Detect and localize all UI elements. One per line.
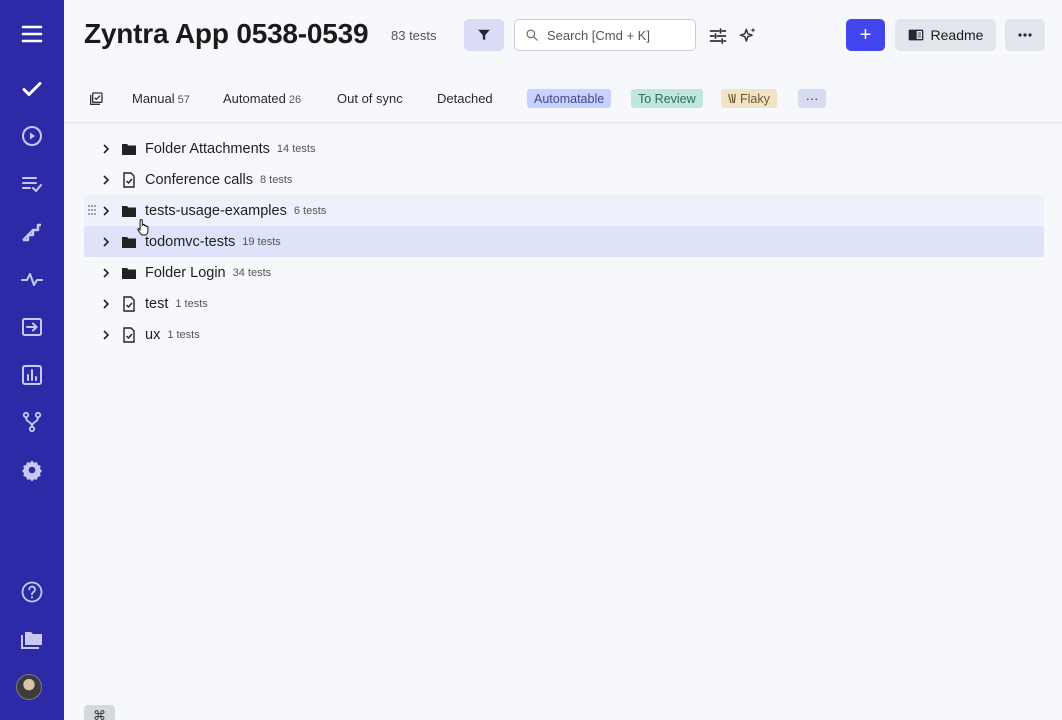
file-check-icon [123, 326, 135, 343]
chip-more-button[interactable]: ··· [798, 89, 826, 108]
analytics-icon[interactable] [12, 355, 52, 395]
help-icon[interactable] [12, 572, 52, 612]
tab-label: Detached [437, 91, 493, 106]
tree-row[interactable]: Conference calls 8 tests [84, 164, 1044, 195]
tree-row[interactable]: Folder Login 34 tests [84, 257, 1044, 288]
tab-out-of-sync[interactable]: Out of sync [337, 91, 403, 106]
tree-row-count: 1 tests [175, 297, 208, 310]
filter-tabs: Manual 57 Automated 26 Out of sync Detache… [64, 72, 1062, 123]
pulse-icon[interactable] [12, 259, 52, 299]
menu-icon[interactable] [12, 14, 52, 54]
flaky-icon [728, 93, 736, 104]
chevron-right-icon[interactable] [100, 174, 112, 186]
tree-row-count: 8 tests [260, 173, 293, 186]
chip-automatable[interactable]: Automatable [527, 89, 612, 108]
search-box[interactable] [514, 19, 696, 51]
readme-label: Readme [930, 27, 984, 43]
tree-row-name: Folder Attachments [145, 140, 270, 157]
chevron-right-icon[interactable] [100, 205, 112, 217]
test-count: 83 tests [391, 28, 437, 43]
chevron-right-icon[interactable] [100, 143, 112, 155]
tree-row-name: tests-usage-examples [145, 202, 287, 219]
tree-row[interactable]: Folder Attachments 14 tests [84, 133, 1044, 164]
tab-detached[interactable]: Detached [437, 91, 493, 106]
folder-icon [122, 143, 136, 155]
tab-count: 26 [288, 94, 302, 106]
checklist-icon[interactable] [12, 164, 52, 204]
filter-button[interactable] [464, 19, 504, 51]
add-button[interactable]: + [846, 19, 885, 51]
tree-row[interactable]: ux 1 tests [84, 319, 1044, 350]
tab-automated[interactable]: Automated 26 [223, 91, 301, 106]
tree-row-count: 1 tests [167, 328, 200, 341]
import-icon[interactable] [12, 307, 52, 347]
tree-row-name: todomvc-tests [145, 233, 236, 250]
drag-handle-icon[interactable] [87, 204, 97, 216]
chip-label: Flaky [740, 91, 770, 106]
file-check-icon [123, 171, 135, 188]
tree-row-count: 19 tests [242, 235, 281, 248]
shortcut-hint[interactable]: ⌘ [84, 705, 115, 720]
test-tree: Folder Attachments 14 tests Conference c… [84, 133, 1044, 350]
chevron-right-icon[interactable] [100, 298, 112, 310]
filter-icon [478, 29, 490, 41]
sparkle-icon[interactable] [738, 26, 758, 46]
tree-row-count: 34 tests [232, 266, 272, 279]
sidebar [0, 0, 64, 720]
branch-icon[interactable] [12, 402, 52, 442]
chevron-right-icon[interactable] [100, 329, 112, 341]
tree-row-name: ux [145, 326, 161, 343]
chip-flaky[interactable]: Flaky [721, 89, 777, 108]
readme-button[interactable]: Readme [895, 19, 996, 51]
page-title: Zyntra App 0538-0539 [84, 18, 369, 49]
steps-icon[interactable] [12, 212, 52, 252]
avatar[interactable] [16, 674, 42, 700]
tree-row[interactable]: test 1 tests [84, 288, 1044, 319]
search-icon [526, 29, 538, 41]
chevron-right-icon[interactable] [100, 267, 112, 279]
select-all-checkbox-icon[interactable] [88, 91, 104, 107]
settings-icon[interactable] [12, 450, 52, 490]
header: Zyntra App 0538-0539 83 tests + Readme [64, 0, 1062, 72]
file-check-icon [123, 295, 135, 312]
more-options-button[interactable] [1005, 19, 1045, 51]
folder-icon [122, 236, 136, 248]
tree-row-name: Conference calls [145, 171, 253, 188]
tree-row-count: 14 tests [276, 142, 316, 155]
tree-row-name: Folder Login [145, 264, 226, 281]
book-icon [908, 29, 923, 41]
tab-label: Automated [223, 91, 286, 106]
tree-row[interactable]: todomvc-tests 19 tests [84, 226, 1044, 257]
folder-icon [122, 205, 136, 217]
tab-count: 57 [177, 94, 190, 106]
tab-manual[interactable]: Manual 57 [132, 91, 190, 106]
check-icon[interactable] [12, 69, 52, 109]
folders-icon[interactable] [12, 620, 52, 660]
ellipsis-icon [1018, 33, 1032, 37]
tree-row[interactable]: tests-usage-examples 6 tests [84, 195, 1044, 226]
chevron-right-icon[interactable] [100, 236, 112, 248]
hand-cursor-icon [137, 218, 149, 236]
search-input[interactable] [547, 27, 687, 43]
tree-row-name: test [145, 295, 169, 312]
tab-label: Manual [132, 91, 175, 106]
chip-to-review[interactable]: To Review [631, 89, 703, 108]
tune-icon[interactable] [708, 26, 728, 46]
folder-icon [122, 267, 136, 279]
tab-label: Out of sync [337, 91, 403, 106]
play-circle-icon[interactable] [12, 116, 52, 156]
tree-row-count: 6 tests [293, 204, 327, 217]
